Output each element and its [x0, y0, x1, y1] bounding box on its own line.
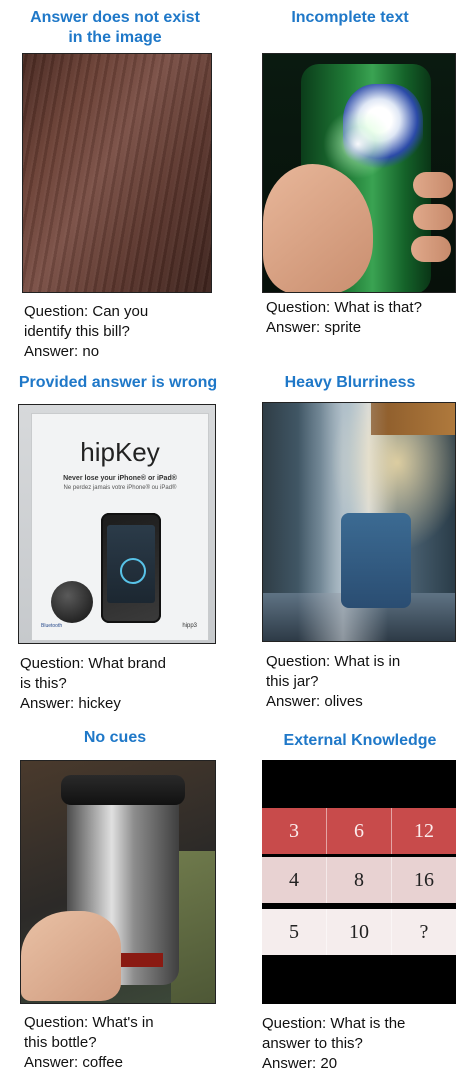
- caption-line: this bottle?: [24, 1034, 97, 1051]
- caption: Question: What brand is this? Answer: hi…: [20, 654, 166, 714]
- wood-table-photo: [22, 53, 212, 293]
- caption-line: Question: What is in: [266, 653, 401, 670]
- panel-title: No cues: [0, 728, 230, 748]
- caption-line: answer to this?: [262, 1035, 363, 1052]
- caption-line: Question: What brand: [20, 655, 166, 672]
- caption-line: Answer: olives: [266, 693, 363, 710]
- title-line: in the image: [68, 29, 162, 46]
- panel-title: Incomplete text: [240, 8, 460, 28]
- product-box-photo: hipKey Never lose your iPhone® or iPad® …: [18, 404, 216, 644]
- title-line: External Knowledge: [283, 732, 437, 749]
- hand-shape: [21, 911, 121, 1001]
- thermos-label-shape: [117, 953, 163, 967]
- brand-name: hipKey: [80, 437, 160, 467]
- caption-line: is this?: [20, 675, 67, 692]
- caption: Question: Can you identify this bill? An…: [24, 302, 148, 362]
- maker-label: hipp3: [182, 623, 197, 629]
- caption-line: Question: What is that?: [266, 299, 422, 316]
- product-box: hipKey Never lose your iPhone® or iPad® …: [31, 413, 209, 641]
- number-grid-photo: 3 6 12 4 8 16 5 10 ?: [262, 760, 456, 1004]
- bluetooth-label: Bluetooth: [41, 623, 63, 629]
- dial-icon: [120, 558, 146, 584]
- caption-line: identify this bill?: [24, 323, 130, 340]
- panel-title: External Knowledge: [240, 731, 460, 751]
- caption-line: Answer: 20: [262, 1055, 338, 1072]
- caption-line: Answer: coffee: [24, 1054, 123, 1071]
- finger-shape: [413, 204, 453, 230]
- panel-title: Provided answer is wrong: [0, 373, 236, 393]
- caption-line: Question: What is the: [262, 1015, 406, 1032]
- grid-cell: 12: [414, 819, 434, 842]
- grid-cell: ?: [419, 920, 429, 943]
- grid-row: 5 10 ?: [262, 909, 456, 955]
- caption: Question: What is that? Answer: sprite: [266, 298, 422, 338]
- caption-line: Answer: hickey: [20, 695, 121, 712]
- caption-line: this jar?: [266, 673, 319, 690]
- grid-cell: 5: [262, 909, 327, 955]
- grid-cell: 3: [262, 808, 327, 854]
- caption: Question: What's in this bottle? Answer:…: [24, 1013, 154, 1073]
- box-tagline: Never lose your iPhone® or iPad®: [63, 475, 177, 482]
- thermos-photo: [20, 760, 216, 1004]
- caption-line: Question: Can you: [24, 303, 149, 320]
- finger-shape: [413, 172, 453, 198]
- panel-title: Heavy Blurriness: [240, 373, 460, 393]
- caption-line: Answer: no: [24, 343, 100, 360]
- soda-can-photo: [262, 53, 456, 293]
- grid-row: 3 6 12: [262, 808, 456, 854]
- title-line: Heavy Blurriness: [284, 374, 416, 391]
- caption: Question: What is the answer to this? An…: [262, 1014, 405, 1074]
- phone-screen: [107, 525, 155, 603]
- lid-shape: [61, 775, 185, 805]
- grid-row: 4 8 16: [262, 857, 456, 903]
- box-tagline-fr: Ne perdez jamais votre iPhone® ou iPad®: [63, 485, 177, 491]
- phone-shape: [101, 513, 161, 623]
- panel-title: Answer does not exist in the image: [0, 8, 230, 48]
- title-line: Answer does not exist: [30, 9, 200, 26]
- grid-cell: 6: [327, 808, 392, 854]
- tracker-puck-shape: [51, 581, 93, 623]
- jar-shape: [341, 513, 411, 608]
- title-line: No cues: [83, 729, 147, 746]
- grid-cell: 8: [327, 857, 392, 903]
- finger-shape: [411, 236, 451, 262]
- title-line: Incomplete text: [291, 9, 409, 26]
- caption-line: Answer: sprite: [266, 319, 362, 336]
- caption-line: Question: What's in: [24, 1014, 154, 1031]
- grid-cell: 10: [327, 909, 392, 955]
- caption: Question: What is in this jar? Answer: o…: [266, 652, 400, 712]
- blurry-kitchen-photo: [262, 402, 456, 642]
- grid-cell: 4: [262, 857, 327, 903]
- title-line: Provided answer is wrong: [18, 374, 218, 391]
- grid-cell: 16: [414, 868, 434, 891]
